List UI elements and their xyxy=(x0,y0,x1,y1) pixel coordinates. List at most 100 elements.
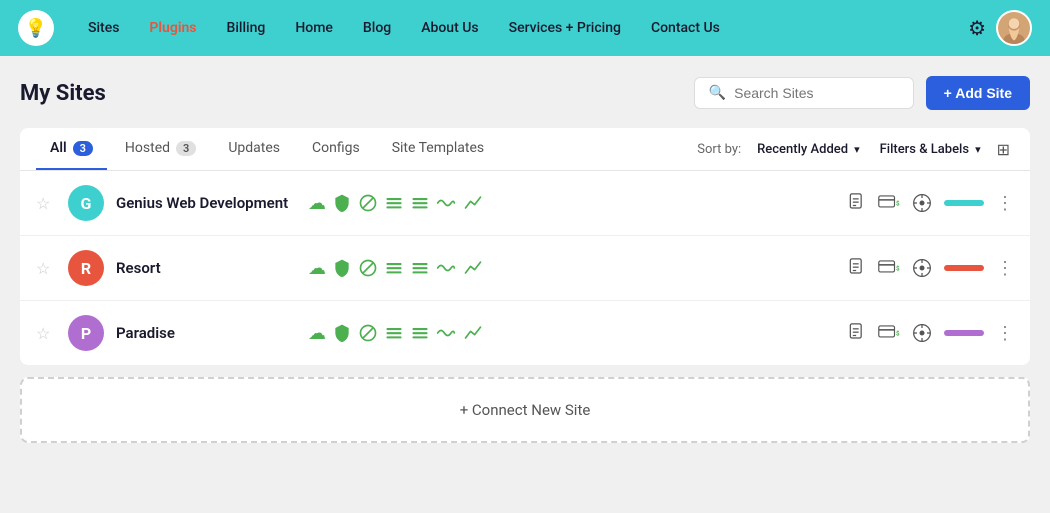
wordpress-icon[interactable] xyxy=(912,323,932,343)
site-name-resort: Resort xyxy=(116,259,296,277)
billing-icon[interactable]: $ xyxy=(878,259,900,277)
star-icon-paradise[interactable]: ☆ xyxy=(36,324,56,343)
stack-icon1 xyxy=(384,193,404,213)
table-row: ☆ G Genius Web Development ☁ $ ⋮ xyxy=(20,171,1030,236)
table-row: ☆ R Resort ☁ $ ⋮ xyxy=(20,236,1030,301)
logo[interactable]: 💡 xyxy=(18,10,54,46)
wave-icon xyxy=(436,193,456,213)
color-bar-resort xyxy=(944,265,984,271)
avatar-initial-paradise: P xyxy=(81,324,91,343)
tab-configs-label: Configs xyxy=(312,140,360,156)
tab-all-badge: 3 xyxy=(73,141,93,156)
table-row: ☆ P Paradise ☁ $ ⋮ xyxy=(20,301,1030,365)
ban-icon xyxy=(358,323,378,343)
site-icons-paradise: ☁ xyxy=(308,323,836,344)
avatar-paradise: P xyxy=(68,315,104,351)
cloud-icon: ☁ xyxy=(308,193,326,214)
more-options-genius[interactable]: ⋮ xyxy=(996,193,1014,214)
tab-hosted-label: Hosted xyxy=(125,140,170,156)
tab-updates[interactable]: Updates xyxy=(214,128,294,170)
sort-label: Sort by: xyxy=(697,142,741,157)
cloud-icon: ☁ xyxy=(308,323,326,344)
color-bar-genius xyxy=(944,200,984,206)
nav-blog[interactable]: Blog xyxy=(349,12,405,44)
filter-chevron-icon: ▾ xyxy=(975,143,981,156)
nav-links: Sites Plugins Billing Home Blog About Us… xyxy=(74,12,968,44)
tab-configs[interactable]: Configs xyxy=(298,128,374,170)
document-icon[interactable] xyxy=(848,323,866,343)
ban-icon xyxy=(358,193,378,213)
star-icon-resort[interactable]: ☆ xyxy=(36,259,56,278)
filter-dropdown[interactable]: Filters & Labels ▾ xyxy=(872,138,989,161)
avatar-initial-resort: R xyxy=(81,259,91,278)
logo-icon: 💡 xyxy=(25,18,47,39)
shield-icon xyxy=(332,258,352,278)
nav-plugins[interactable]: Plugins xyxy=(135,12,210,44)
filter-label: Filters & Labels xyxy=(880,142,969,157)
nav-about[interactable]: About Us xyxy=(407,12,492,44)
connect-site-button[interactable]: + Connect New Site xyxy=(20,377,1030,443)
navbar: 💡 Sites Plugins Billing Home Blog About … xyxy=(0,0,1050,56)
nav-services[interactable]: Services + Pricing xyxy=(495,12,635,44)
tabs-row: All 3 Hosted 3 Updates Configs Site Temp… xyxy=(20,128,1030,171)
avatar-resort: R xyxy=(68,250,104,286)
more-options-paradise[interactable]: ⋮ xyxy=(996,323,1014,344)
color-bar-paradise xyxy=(944,330,984,336)
tab-all[interactable]: All 3 xyxy=(36,128,107,170)
wordpress-icon[interactable] xyxy=(912,193,932,213)
sort-dropdown[interactable]: Recently Added ▾ xyxy=(749,138,867,161)
add-site-button[interactable]: + Add Site xyxy=(926,76,1030,110)
wave-icon xyxy=(436,323,456,343)
tab-updates-label: Updates xyxy=(228,140,280,156)
shield-icon xyxy=(332,193,352,213)
billing-icon[interactable]: $ xyxy=(878,324,900,342)
chart-icon xyxy=(462,193,484,213)
stack-icon1 xyxy=(384,323,404,343)
tab-site-templates[interactable]: Site Templates xyxy=(378,128,498,170)
ban-icon xyxy=(358,258,378,278)
tab-all-label: All xyxy=(50,140,67,156)
avatar[interactable] xyxy=(996,10,1032,46)
site-icons-genius: ☁ xyxy=(308,193,836,214)
chart-icon xyxy=(462,323,484,343)
grid-view-icon[interactable]: ⊞ xyxy=(993,136,1014,163)
header-row: My Sites 🔍 + Add Site xyxy=(20,76,1030,110)
stack-icon2 xyxy=(410,258,430,278)
search-input[interactable] xyxy=(734,85,899,101)
sort-chevron-icon: ▾ xyxy=(854,143,860,156)
chart-icon xyxy=(462,258,484,278)
gear-icon[interactable]: ⚙ xyxy=(968,16,986,40)
stack-icon1 xyxy=(384,258,404,278)
search-box[interactable]: 🔍 xyxy=(694,77,914,109)
document-icon[interactable] xyxy=(848,193,866,213)
avatar-initial-genius: G xyxy=(81,194,92,213)
svg-text:$: $ xyxy=(896,264,900,272)
more-options-resort[interactable]: ⋮ xyxy=(996,258,1014,279)
connect-site-label: + Connect New Site xyxy=(460,401,591,419)
site-name-paradise: Paradise xyxy=(116,324,296,342)
star-icon-genius[interactable]: ☆ xyxy=(36,194,56,213)
billing-icon[interactable]: $ xyxy=(878,194,900,212)
document-icon[interactable] xyxy=(848,258,866,278)
nav-contact[interactable]: Contact Us xyxy=(637,12,734,44)
nav-sites[interactable]: Sites xyxy=(74,12,133,44)
main-container: My Sites 🔍 + Add Site All 3 Hosted 3 Upd… xyxy=(0,56,1050,513)
wordpress-icon[interactable] xyxy=(912,258,932,278)
nav-home[interactable]: Home xyxy=(281,12,347,44)
site-name-genius: Genius Web Development xyxy=(116,194,296,212)
tab-hosted[interactable]: Hosted 3 xyxy=(111,128,210,170)
navbar-right: ⚙ xyxy=(968,10,1032,46)
sort-section: Sort by: Recently Added ▾ xyxy=(697,138,867,161)
site-actions-genius: $ ⋮ xyxy=(848,193,1014,214)
svg-text:$: $ xyxy=(896,199,900,207)
nav-billing[interactable]: Billing xyxy=(212,12,279,44)
avatar-genius: G xyxy=(68,185,104,221)
header-actions: 🔍 + Add Site xyxy=(694,76,1030,110)
stack-icon2 xyxy=(410,323,430,343)
sort-value: Recently Added xyxy=(757,142,848,157)
tab-hosted-badge: 3 xyxy=(176,141,196,156)
shield-icon xyxy=(332,323,352,343)
cloud-icon: ☁ xyxy=(308,258,326,279)
site-list: ☆ G Genius Web Development ☁ $ ⋮ xyxy=(20,171,1030,365)
search-icon: 🔍 xyxy=(709,85,726,101)
